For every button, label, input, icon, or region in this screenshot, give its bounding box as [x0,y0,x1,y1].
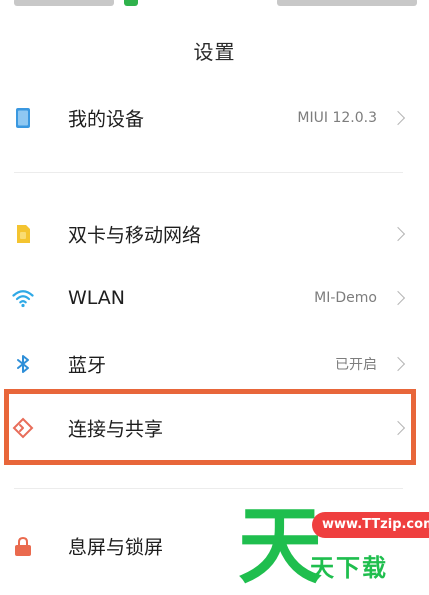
settings-item-dual-sim[interactable]: 双卡与移动网络 [0,204,429,264]
status-app-icon [124,0,138,6]
status-time-blur [14,0,114,6]
settings-item-my-device[interactable]: 我的设备 MIUI 12.0.3 [0,88,429,148]
settings-item-value: 已开启 [335,357,377,373]
chevron-right-icon [390,110,406,126]
watermark-url-badge: www.TTzip.com [312,512,429,538]
chevron-right-icon [390,290,406,306]
settings-item-value: MIUI 12.0.3 [297,110,377,126]
sim-card-icon [17,225,30,243]
status-bar [0,0,429,12]
settings-item-label: 我的设备 [68,108,145,131]
section-divider [14,172,403,173]
settings-item-label: 息屏与锁屏 [68,536,164,559]
settings-item-label: 双卡与移动网络 [68,224,202,247]
lock-icon [15,536,31,556]
bluetooth-icon [17,355,29,373]
watermark-text: 天下载 [310,554,388,582]
watermark-logo: 天 www.TTzip.com 天下载 [238,502,429,595]
section-divider [14,488,403,489]
settings-item-label: 蓝牙 [68,354,107,377]
settings-item-value: MI-Demo [314,290,377,306]
settings-item-label: WLAN [68,287,126,309]
phone-device-icon [16,108,30,128]
status-time-area [14,0,138,8]
chevron-right-icon [390,226,406,242]
settings-item-bluetooth[interactable]: 蓝牙 已开启 [0,334,429,394]
wifi-icon [12,290,34,308]
status-indicators [277,0,417,8]
settings-item-wlan[interactable]: WLAN MI-Demo [0,268,429,328]
page-title: 设置 [193,40,236,64]
highlight-box [4,389,416,465]
status-indicators-blur [277,0,417,6]
chevron-right-icon [390,356,406,372]
